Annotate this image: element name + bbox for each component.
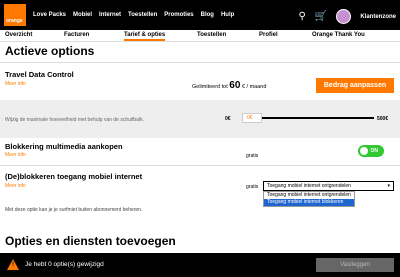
slider-value-input[interactable]: 0€ (242, 113, 262, 123)
slider-hint: Wijzig de maximale hoeveelheid met behul… (5, 117, 144, 123)
logo-text: orange (6, 18, 23, 24)
multimedia-title: Blokkering multimedia aankopen (5, 142, 123, 151)
tab-facturen[interactable]: Facturen (64, 32, 89, 38)
travel-title: Travel Data Control (5, 70, 74, 79)
limit-value: 60 (229, 80, 241, 91)
tab-toestellen[interactable]: Toestellen (197, 32, 226, 38)
dropdown-option[interactable]: Toegang mobiel internet ontgrendelen (264, 192, 354, 199)
tab-tarief-opties[interactable]: Tarief & opties (124, 32, 166, 41)
internet-dropdown: Toegang mobiel internet ontgrendelen Toe… (263, 191, 355, 207)
search-icon[interactable]: ⚲ (299, 11, 306, 22)
nav-item-internet[interactable]: Internet (99, 12, 121, 18)
divider (0, 165, 400, 166)
cart-icon[interactable]: 🛒 (315, 11, 327, 22)
sub-navigation: Overzicht Facturen Tarief & opties Toest… (0, 30, 400, 42)
internet-title: (De)blokkeren toegang mobiel internet (5, 172, 143, 181)
orange-logo[interactable]: orange (4, 4, 26, 26)
limit-suffix: € / maand (241, 84, 267, 90)
travel-meer-info-link[interactable]: Meer info (5, 81, 26, 87)
limit-slider-track[interactable] (262, 117, 374, 119)
internet-meer-info-link[interactable]: Meer info (5, 183, 26, 189)
top-icons: ⚲ 🛒 Klantenzone (299, 9, 396, 24)
nav-item-toestellen[interactable]: Toestellen (128, 12, 157, 18)
nav-item-promoties[interactable]: Promoties (164, 12, 193, 18)
changes-message: Je hebt 0 optie(s) gewijzigd (25, 261, 104, 268)
warning-icon: ! (7, 259, 19, 270)
nav-item-blog[interactable]: Blog (201, 12, 214, 18)
internet-select[interactable]: Toegang mobiel internet ontgrendelen ▾ (263, 181, 394, 191)
multimedia-toggle[interactable]: ON (358, 145, 384, 157)
tab-profiel[interactable]: Profiel (259, 32, 278, 38)
changes-footer: ! Je hebt 0 optie(s) gewijzigd Vastlegge… (0, 253, 400, 277)
tab-overzicht[interactable]: Overzicht (5, 32, 32, 38)
travel-limit: Gelimiteerd tot 60 € / maand (192, 80, 266, 91)
limit-prefix: Gelimiteerd tot (192, 84, 228, 90)
chevron-down-icon: ▾ (387, 183, 390, 189)
nav-item-love-packs[interactable]: Love Packs (33, 12, 66, 18)
bedrag-aanpassen-button[interactable]: Bedrag aanpassen (316, 78, 394, 93)
nav-item-hulp[interactable]: Hulp (221, 12, 234, 18)
dropdown-option[interactable]: Toegang mobiel internet blokkeren (264, 199, 354, 206)
page: orange Love Packs Mobiel Internet Toeste… (0, 0, 400, 277)
tab-orange-thank-you[interactable]: Orange Thank You (312, 32, 365, 38)
top-navigation-bar: orange Love Packs Mobiel Internet Toeste… (0, 0, 400, 30)
multimedia-meer-info-link[interactable]: Meer info (5, 152, 26, 158)
internet-price: gratis (246, 184, 259, 190)
internet-select-value: Toegang mobiel internet ontgrendelen (267, 183, 351, 189)
account-label[interactable]: Klantenzone (360, 14, 396, 20)
divider (0, 62, 400, 63)
internet-note: Met deze optie kan je je surfmiet buiten… (5, 207, 143, 213)
main-nav: Love Packs Mobiel Internet Toestellen Pr… (33, 12, 234, 18)
vastleggen-button[interactable]: Vastleggen (316, 258, 394, 272)
slider-min-label: 0€ (225, 116, 231, 122)
avatar[interactable] (336, 9, 352, 24)
slider-max-label: 500€ (377, 116, 389, 122)
section-title-add-options: Opties en diensten toevoegen (5, 234, 176, 248)
multimedia-price: gratis (246, 153, 259, 159)
nav-item-mobiel[interactable]: Mobiel (73, 12, 92, 18)
page-title: Actieve options (5, 44, 95, 58)
